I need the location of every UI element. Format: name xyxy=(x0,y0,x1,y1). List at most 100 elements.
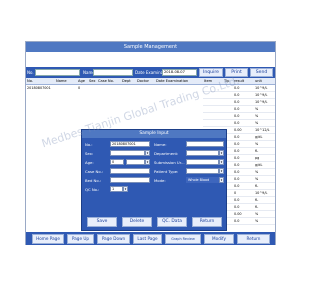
delete-button[interactable]: Delete xyxy=(122,217,152,227)
return-button[interactable]: Return xyxy=(192,217,222,227)
result-value: 0.0 xyxy=(234,156,240,160)
result-unit: 10^9/L xyxy=(255,93,268,97)
result-value: 0 xyxy=(234,191,237,195)
result-value: 0.0 xyxy=(234,198,240,202)
result-value: 0.0 xyxy=(234,205,240,209)
result-unit: g/dL xyxy=(255,135,263,139)
chevron-down-icon[interactable]: ▾ xyxy=(219,150,224,156)
chevron-down-icon[interactable]: ▾ xyxy=(219,159,224,165)
last-page-button[interactable]: Last Page xyxy=(133,234,162,244)
qc-no-select[interactable]: 1 xyxy=(110,186,123,192)
date-input[interactable]: 2018-08-07 xyxy=(162,69,197,76)
result-value: 0.0 xyxy=(234,163,240,167)
sample-input-dialog: Sample Input No.: 20180807001 Name: Sex:… xyxy=(81,129,227,231)
qc-data-button[interactable]: QC. Data xyxy=(157,217,187,227)
result-unit: fL xyxy=(255,198,259,202)
col-doctor: Doctor xyxy=(137,79,150,83)
dialog-title: Sample Input xyxy=(82,130,226,138)
table-row[interactable]: 20180807001 0 xyxy=(26,86,201,92)
mode-select[interactable]: Whole Blood xyxy=(186,177,219,183)
age-field-label: Age: xyxy=(85,160,94,165)
name-input[interactable] xyxy=(93,69,133,76)
result-value: 0.0 xyxy=(234,219,240,223)
result-row[interactable]: 0.0 10^9/L xyxy=(203,93,275,99)
send-button[interactable]: Send xyxy=(250,68,273,77)
no-label: No. xyxy=(27,70,34,75)
print-button[interactable]: Print xyxy=(225,68,248,77)
inquire-button[interactable]: Inquire xyxy=(199,68,223,77)
modify-button[interactable]: Modify xyxy=(204,234,234,244)
chevron-down-icon[interactable]: ▾ xyxy=(219,168,224,174)
page-down-button[interactable]: Page Down xyxy=(97,234,130,244)
result-row[interactable]: 0.0% xyxy=(203,107,275,113)
patient-type-select[interactable] xyxy=(186,168,219,174)
age-unit-select[interactable] xyxy=(126,159,145,165)
result-value: 0.0 xyxy=(234,177,240,181)
sex-field-label: Sex: xyxy=(85,151,94,156)
no-input[interactable] xyxy=(35,69,80,76)
name-field[interactable] xyxy=(186,141,224,147)
result-unit: % xyxy=(255,142,259,146)
result-unit: 10^12/L xyxy=(255,128,270,132)
result-value: 0.0 xyxy=(234,100,240,104)
chevron-down-icon[interactable]: ▾ xyxy=(145,150,150,156)
result-value: 0.0 xyxy=(234,93,240,97)
result-unit: 10^9/L xyxy=(255,191,268,195)
mode-field-label: Mode: xyxy=(154,178,166,183)
bed-no-field-label: Bed No.: xyxy=(85,178,102,183)
bed-no-field[interactable] xyxy=(110,177,150,183)
no-field-label: No.: xyxy=(85,142,93,147)
result-unit: fL xyxy=(255,205,259,209)
admission-field-label: Submission Ur... xyxy=(154,160,185,165)
result-unit: pg xyxy=(255,156,260,160)
result-value: 0.0 xyxy=(234,170,240,174)
save-button[interactable]: Save xyxy=(87,217,117,227)
search-toolbar: No. Name Date Examination 2018-08-07 Inq… xyxy=(26,67,275,78)
result-value: 0.0 xyxy=(234,114,240,118)
table-header: No. Name Age Sex Case No. Dept Doctor Da… xyxy=(26,78,275,85)
result-unit: % xyxy=(255,212,259,216)
admission-select[interactable] xyxy=(186,159,219,165)
col-age: Age xyxy=(78,79,85,83)
result-row[interactable]: 0.0% xyxy=(203,121,275,127)
page-up-button[interactable]: Page Up xyxy=(67,234,94,244)
return-page-button[interactable]: Return xyxy=(237,234,270,244)
home-page-button[interactable]: Home Page xyxy=(32,234,64,244)
result-unit: 10^9/L xyxy=(255,100,268,104)
col-name: Name xyxy=(56,79,67,83)
result-row[interactable]: 0.0 10^9/L xyxy=(203,86,275,92)
graph-review-button[interactable]: Graph Review xyxy=(165,234,201,244)
col-no: No. xyxy=(27,79,33,83)
age-field[interactable]: 0 xyxy=(110,159,124,165)
result-value: 0.0 xyxy=(234,142,240,146)
result-row[interactable]: 0.0 10^9/L xyxy=(203,100,275,106)
col-sex: Sex xyxy=(89,79,96,83)
name-field-label: Name: xyxy=(154,142,167,147)
result-value: 0.00 xyxy=(234,212,242,216)
no-field[interactable]: 20180807001 xyxy=(110,141,150,147)
patient-type-field-label: Patient Type: xyxy=(154,169,179,174)
result-unit: % xyxy=(255,219,259,223)
qc-no-field-label: QC No.: xyxy=(85,187,100,192)
result-value: 0.0 xyxy=(234,149,240,153)
result-unit: % xyxy=(255,170,259,174)
row-no: 20180807001 xyxy=(27,86,51,90)
result-unit: g/dL xyxy=(255,163,263,167)
result-unit: % xyxy=(255,114,259,118)
case-no-field[interactable] xyxy=(110,168,150,174)
result-value: 0.00 xyxy=(234,128,242,132)
result-row[interactable]: 0.0% xyxy=(203,114,275,120)
window-title: Sample Management xyxy=(26,42,275,52)
chevron-down-icon[interactable]: ▾ xyxy=(219,177,224,183)
chevron-down-icon[interactable]: ▾ xyxy=(123,186,128,192)
col-tip: Tip xyxy=(224,79,230,83)
result-unit: % xyxy=(255,177,259,181)
sex-select[interactable] xyxy=(110,150,145,156)
chevron-down-icon[interactable]: ▾ xyxy=(145,159,150,165)
row-age: 0 xyxy=(78,86,81,90)
result-unit: fL xyxy=(255,184,259,188)
bottom-nav: Home Page Page Up Page Down Last Page Gr… xyxy=(26,232,275,245)
department-select[interactable] xyxy=(186,150,219,156)
col-item: Item xyxy=(204,79,213,83)
col-unit: unit xyxy=(255,79,262,83)
